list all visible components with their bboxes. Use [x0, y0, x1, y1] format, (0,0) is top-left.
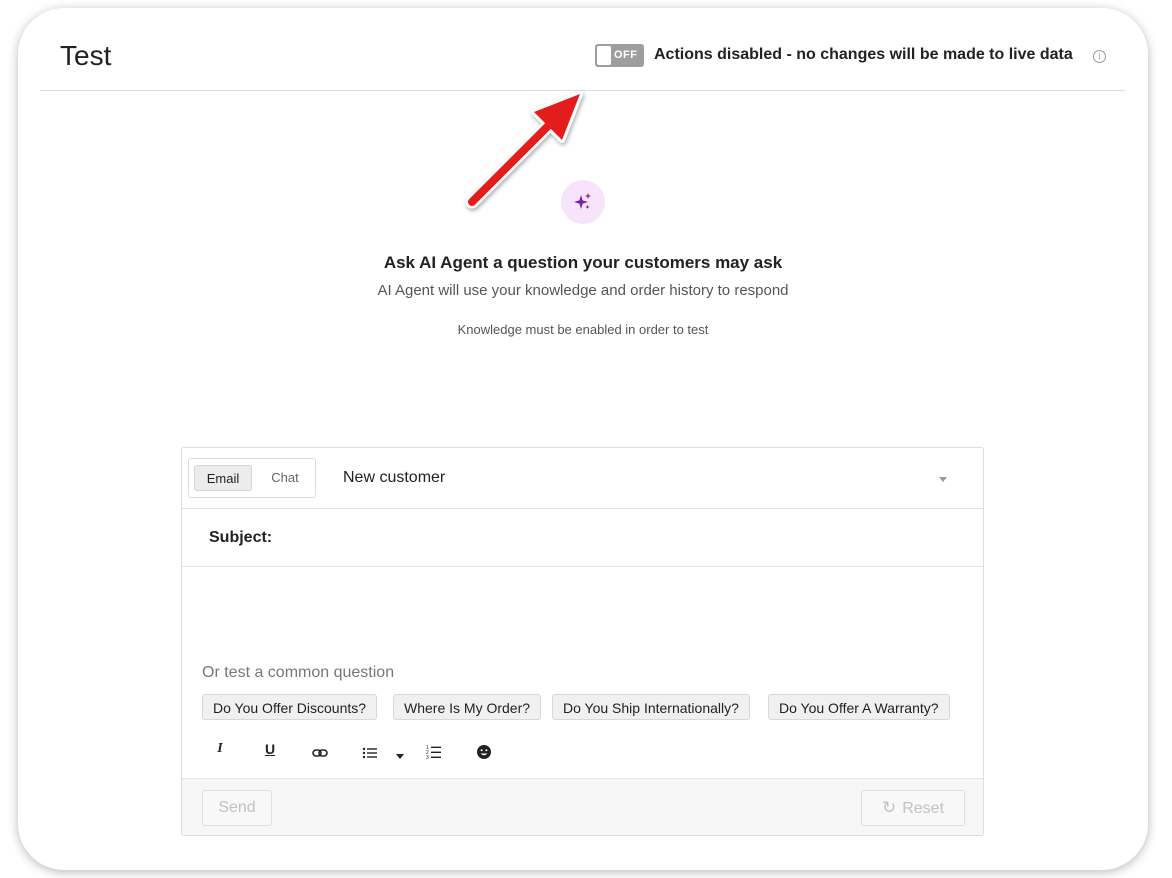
toggle-state-label: OFF [614, 49, 638, 61]
link-icon[interactable] [312, 742, 328, 764]
channel-toggle: Email Chat [188, 458, 316, 498]
formatting-toolbar: I U 1 2 3 [182, 738, 983, 778]
chip-where-is-my-order[interactable]: Where Is My Order? [393, 694, 542, 720]
bullet-list-icon[interactable] [362, 742, 378, 764]
info-icon[interactable]: i [1093, 50, 1106, 63]
chip-warranty[interactable]: Do You Offer A Warranty? [768, 694, 950, 720]
subject-row[interactable]: Subject: [182, 509, 983, 567]
list-options-chevron-down-icon[interactable] [395, 746, 405, 768]
composer-top-row: Email Chat New customer [182, 448, 983, 509]
channel-tab-email[interactable]: Email [194, 465, 252, 491]
panel-header: Test OFF Actions disabled - no changes w… [40, 8, 1125, 91]
actions-disabled-notice: Actions disabled - no changes will be ma… [654, 46, 1073, 63]
customer-select[interactable]: New customer [343, 469, 445, 487]
sparkle-badge [561, 180, 605, 224]
test-panel: Test OFF Actions disabled - no changes w… [18, 8, 1148, 870]
page-title: Test [60, 40, 112, 71]
toggle-knob [597, 46, 611, 65]
send-button[interactable]: Send [202, 790, 272, 826]
knowledge-note: Knowledge must be enabled in order to te… [457, 322, 709, 337]
chip-ship-internationally[interactable]: Do You Ship Internationally? [552, 694, 750, 720]
sparkle-icon [574, 193, 591, 209]
actions-toggle[interactable]: OFF [595, 44, 644, 67]
reset-button[interactable]: ↻ Reset [861, 790, 965, 826]
refresh-icon: ↻ [881, 798, 897, 817]
numbered-list-icon[interactable]: 1 2 3 [426, 741, 442, 763]
channel-tab-chat[interactable]: Chat [257, 465, 313, 491]
chip-discounts[interactable]: Do You Offer Discounts? [202, 694, 378, 720]
subject-label: Subject: [209, 529, 273, 546]
hero-title: Ask AI Agent a question your customers m… [383, 253, 783, 272]
common-question-label: Or test a common question [202, 664, 395, 681]
svg-text:3: 3 [426, 755, 429, 761]
composer-footer: Send ↻ Reset [182, 778, 983, 835]
underline-icon[interactable]: U [262, 738, 278, 760]
message-composer: Email Chat New customer Subject: Or test… [181, 447, 984, 836]
chevron-down-icon[interactable] [939, 477, 947, 482]
reset-label: Reset [902, 800, 945, 817]
italic-icon[interactable]: I [212, 738, 228, 760]
hero-subtitle: AI Agent will use your knowledge and ord… [377, 282, 789, 299]
emoji-icon[interactable] [476, 741, 492, 763]
